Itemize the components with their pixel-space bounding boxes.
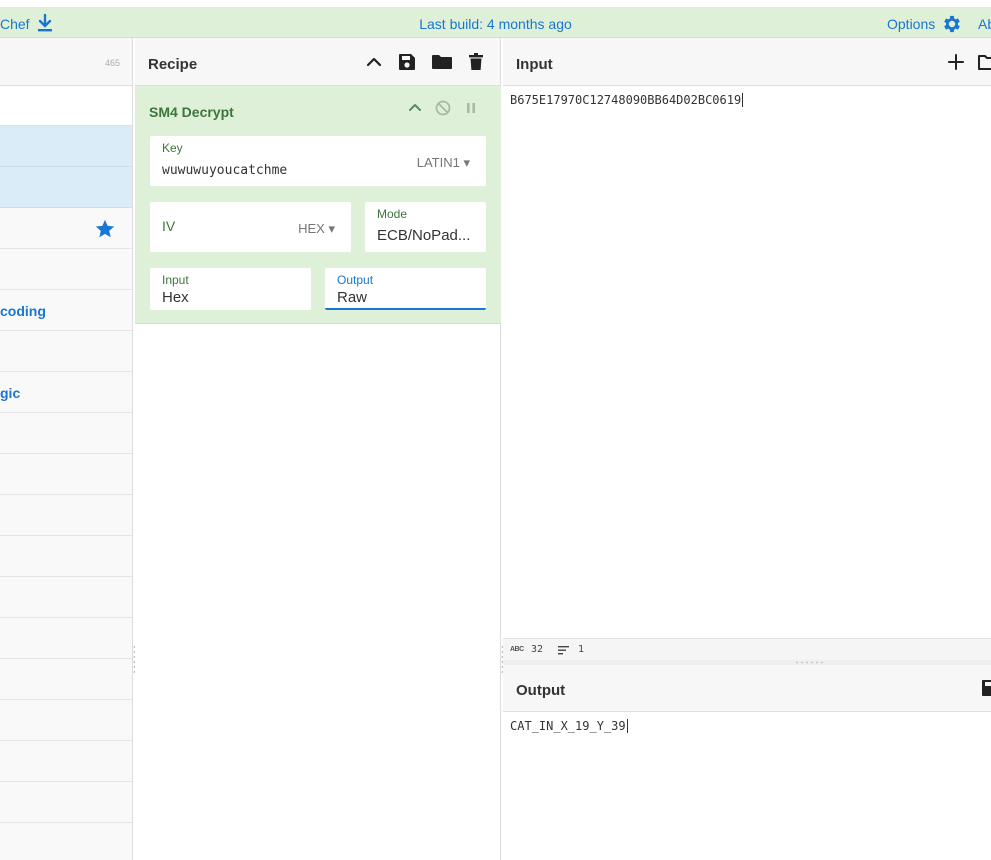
top-banner: Chef Last build: 4 months ago Options Ab… — [0, 8, 991, 38]
collapse-chevron-icon[interactable] — [406, 99, 424, 117]
operation-title: SM4 Decrypt — [149, 104, 234, 120]
last-build-text: Last build: 4 months ago — [419, 16, 572, 32]
caret-down-icon: ▾ — [463, 155, 470, 170]
input-format-value: Hex — [162, 289, 189, 306]
operation-list-item[interactable]: gic — [0, 372, 132, 413]
key-encoding-label: LATIN1 — [416, 155, 460, 170]
operations-list: coding gic — [0, 126, 132, 413]
output-format-field[interactable]: Output Raw — [325, 268, 486, 310]
operation-list-item[interactable] — [0, 823, 132, 860]
operations-header: 465 — [0, 38, 132, 86]
save-icon[interactable] — [397, 52, 417, 72]
output-textarea[interactable]: CAT_IN_X_19_Y_39 — [510, 719, 628, 733]
pause-icon[interactable] — [462, 99, 480, 117]
disable-icon[interactable] — [434, 99, 452, 117]
text-caret — [626, 719, 628, 733]
key-field[interactable]: Key wuwuwuyoucatchme LATIN1 ▾ — [150, 136, 486, 186]
operation-list-label: coding — [0, 303, 46, 319]
input-format-label: Input — [162, 273, 189, 287]
input-header: Input — [503, 38, 991, 86]
output-format-value: Raw — [337, 289, 368, 306]
operation-list-item[interactable] — [0, 413, 132, 454]
key-value: wuwuwuyoucatchme — [162, 163, 288, 178]
key-encoding-dropdown[interactable]: LATIN1 ▾ — [417, 155, 470, 171]
input-line-count: 1 — [578, 644, 585, 655]
operations-panel: 465 coding gic — [0, 38, 133, 860]
about-button[interactable]: About — [978, 16, 991, 32]
operation-list-item[interactable] — [0, 618, 132, 659]
abc-icon: ABC — [510, 646, 524, 653]
open-folder-icon[interactable] — [977, 52, 991, 72]
caret-down-icon: ▾ — [328, 221, 335, 236]
lines-icon — [558, 646, 569, 655]
operation-list-item[interactable] — [0, 536, 132, 577]
cyberchef-app: Chef Last build: 4 months ago Options Ab… — [0, 0, 991, 860]
operation-list-item[interactable] — [0, 331, 132, 372]
operation-list-item[interactable] — [0, 495, 132, 536]
text-caret — [742, 93, 744, 107]
iv-field[interactable]: IV HEX ▾ — [150, 202, 351, 252]
operation-list-item[interactable] — [0, 700, 132, 741]
operation-list-item[interactable] — [0, 208, 132, 249]
recipe-panel: Recipe SM4 Decrypt Key wuwuwuyoucatchme … — [135, 38, 501, 860]
operation-list-item[interactable] — [0, 741, 132, 782]
operation-list-item[interactable] — [0, 577, 132, 618]
drag-dots-icon — [796, 661, 823, 664]
recipe-title: Recipe — [148, 56, 198, 73]
recipe-header: Recipe — [135, 38, 500, 86]
operation-list-item[interactable] — [0, 782, 132, 823]
output-title: Output — [516, 682, 566, 699]
operation-list-item[interactable] — [0, 126, 132, 167]
operation-list-item[interactable] — [0, 454, 132, 495]
input-textarea[interactable]: B675E17970C12748090BB64D02BC0619 — [510, 93, 744, 107]
key-label: Key — [162, 141, 183, 155]
operation-list-item[interactable] — [0, 659, 132, 700]
save-output-icon[interactable] — [980, 678, 991, 698]
operation-list-item[interactable] — [0, 249, 132, 290]
output-format-label: Output — [337, 273, 374, 287]
operation-list-label: gic — [0, 385, 21, 401]
gear-icon[interactable] — [941, 13, 963, 35]
iv-encoding-dropdown[interactable]: HEX ▾ — [298, 221, 335, 237]
top-strip — [0, 0, 991, 8]
mode-field[interactable]: Mode ECB/NoPad... — [365, 202, 486, 252]
plus-icon[interactable] — [946, 52, 966, 72]
operations-count: 465 — [104, 58, 120, 68]
operations-list-empty — [0, 413, 132, 860]
trash-icon[interactable] — [466, 52, 486, 72]
options-button[interactable]: Options — [887, 16, 935, 32]
iv-encoding-label: HEX — [298, 221, 325, 236]
sm4-decrypt-operation[interactable]: SM4 Decrypt Key wuwuwuyoucatchme LATIN1 … — [135, 86, 501, 324]
input-format-field[interactable]: Input Hex — [150, 268, 311, 310]
operation-list-item[interactable] — [0, 167, 132, 208]
operation-list-item[interactable]: coding — [0, 290, 132, 331]
output-header: Output — [503, 665, 991, 712]
input-text: B675E17970C12748090BB64D02BC0619 — [510, 93, 742, 107]
mode-label: Mode — [377, 207, 408, 221]
input-status-bar: ABC 32 1 — [503, 638, 991, 660]
input-title: Input — [516, 56, 553, 73]
iv-label: IV — [162, 218, 176, 234]
io-panel: Input B675E17970C12748090BB64D02BC0619 A… — [503, 38, 991, 860]
input-char-count: 32 — [531, 644, 544, 655]
mode-value: ECB/NoPad... — [377, 227, 471, 244]
output-text: CAT_IN_X_19_Y_39 — [510, 719, 626, 733]
folder-icon[interactable] — [431, 52, 453, 72]
star-icon[interactable] — [94, 218, 116, 240]
chevron-up-icon[interactable] — [364, 52, 384, 72]
operations-search-input[interactable] — [0, 86, 132, 126]
